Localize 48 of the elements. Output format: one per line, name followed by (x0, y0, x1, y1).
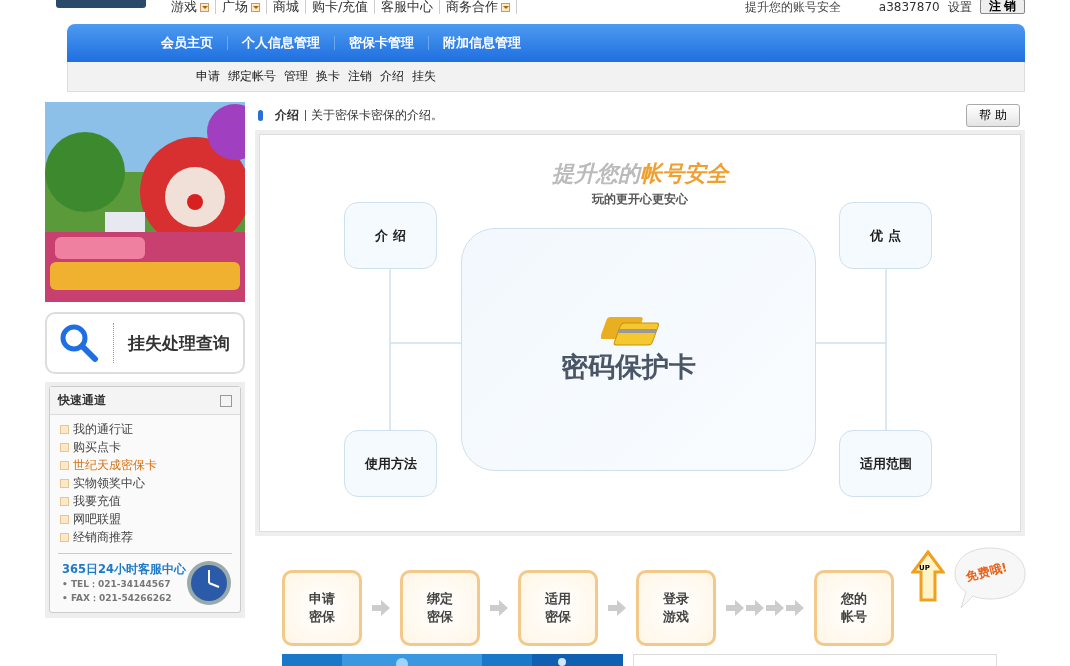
bubble-text: 免费哦! (964, 559, 1009, 586)
quick-link[interactable]: 网吧联盟 (60, 510, 230, 528)
sub-nav-link[interactable]: 挂失 (412, 68, 436, 85)
quick-link[interactable]: 实物领奖中心 (60, 474, 230, 492)
sub-nav-link[interactable]: 管理 (284, 68, 308, 85)
sub-nav-link[interactable]: 申请 (196, 68, 220, 85)
lost-query-button[interactable]: 挂失处理查询 (45, 312, 245, 374)
nav-link[interactable]: 购卡/充值 (306, 0, 376, 14)
help-button[interactable]: 帮 助 (966, 103, 1020, 127)
settings-link[interactable]: 设置 (947, 0, 972, 14)
step-box: 您的 帐号 (814, 570, 894, 646)
step-box: 适用 密保 (518, 570, 598, 646)
nav-link[interactable]: 广场 (216, 0, 267, 14)
panel-title: 快速通道 (58, 392, 106, 409)
nav-link[interactable]: 商城 (267, 0, 306, 14)
step-box: 申请 密保 (282, 570, 362, 646)
quick-link[interactable]: 我要充值 (60, 492, 230, 510)
quick-link[interactable]: 我的通行证 (60, 420, 230, 438)
diagram-node[interactable]: 介 绍 (344, 202, 437, 269)
nav-tab[interactable]: 个人信息管理 (228, 36, 335, 50)
sub-nav-link[interactable]: 介绍 (380, 68, 404, 85)
sub-nav-link[interactable]: 换卡 (316, 68, 340, 85)
diagram-node[interactable]: 使用方法 (344, 430, 437, 497)
subheadline: 玩的更开心更安心 (590, 191, 689, 208)
nav-tab[interactable]: 会员主页 (147, 36, 228, 50)
card-title: 密码保护卡 (561, 350, 696, 384)
section-title: 介绍 (275, 106, 299, 124)
sub-nav-link[interactable]: 绑定帐号 (228, 68, 276, 85)
headline: 提升您的帐号安全 (551, 160, 731, 188)
diagram-node[interactable]: 优 点 (839, 202, 932, 269)
nav-link[interactable]: 商务合作 (440, 0, 518, 14)
section-description: 关于密保卡密保的介绍。 (305, 109, 443, 121)
quick-link[interactable]: 经销商推荐 (60, 528, 230, 546)
diagram-node[interactable]: 适用范围 (839, 430, 932, 497)
nav-link[interactable]: 游戏 (165, 0, 216, 14)
quick-link[interactable]: 购买点卡 (60, 438, 230, 456)
logout-button[interactable]: 注 销 (979, 0, 1025, 14)
service-title: 365日24小时客服中心 (62, 561, 186, 577)
step-box: 登录 游戏 (636, 570, 716, 646)
slogan-text: 提升您的账号安全 (744, 0, 841, 14)
step-box: 绑定 密保 (400, 570, 480, 646)
nav-tab[interactable]: 附加信息管理 (429, 36, 535, 50)
nav-link[interactable]: 客服中心 (375, 0, 441, 14)
sub-nav-link[interactable]: 注销 (348, 68, 372, 85)
phone-text: • TEL：021-34144567 (62, 577, 172, 591)
fax-text: • FAX：021-54266262 (62, 591, 173, 605)
username: a3837870 (878, 0, 940, 14)
nav-tab[interactable]: 密保卡管理 (335, 36, 429, 50)
